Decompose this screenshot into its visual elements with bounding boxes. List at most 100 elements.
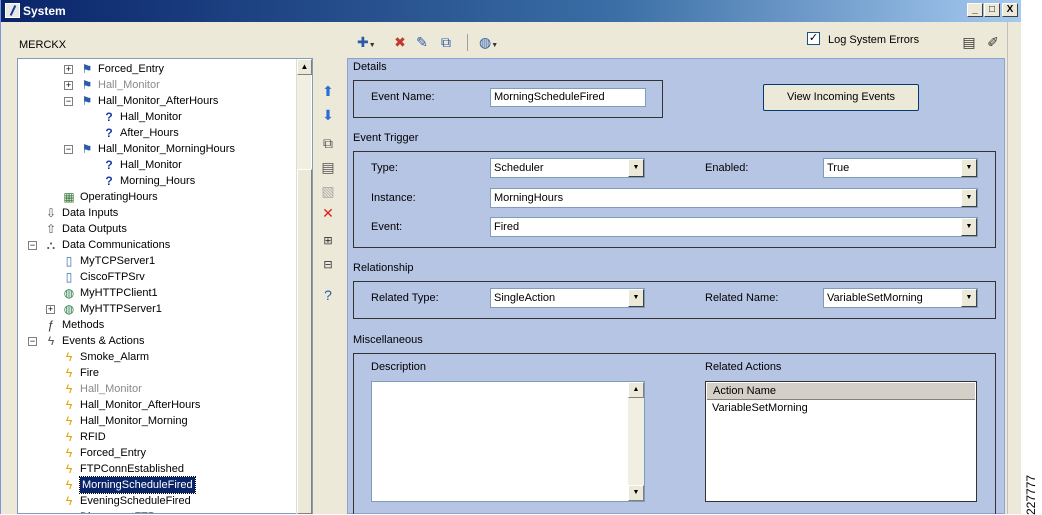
tree-item[interactable]: − ⛬ Data Communications xyxy=(18,237,297,253)
tree-item[interactable]: ϟ Hall_Monitor_Morning xyxy=(18,413,297,429)
event-name-input[interactable]: MorningScheduleFired xyxy=(490,88,646,107)
tree-scrollbar[interactable]: ▲ xyxy=(296,59,312,514)
tree-item[interactable]: ϟ Forced_Entry xyxy=(18,445,297,461)
tree-item-label: DisconnectFTP xyxy=(80,509,155,513)
move-up-icon[interactable]: ⬆ xyxy=(319,82,337,100)
expand-icon[interactable]: + xyxy=(64,81,73,90)
event-select[interactable]: Fired ▼ xyxy=(490,217,978,237)
tree-item-label: Forced_Entry xyxy=(98,63,165,75)
remove-icon[interactable]: ✕ xyxy=(319,204,337,222)
tree-item[interactable]: ϟ Smoke_Alarm xyxy=(18,349,297,365)
maximize-button[interactable]: □ xyxy=(984,3,1000,17)
chevron-down-icon[interactable]: ▼ xyxy=(961,189,977,207)
action-name-column-header[interactable]: Action Name xyxy=(707,383,975,400)
enabled-select[interactable]: True ▼ xyxy=(823,158,978,178)
tree-item[interactable]: ϟ Fire xyxy=(18,365,297,381)
copy-icon[interactable]: ⧉ xyxy=(437,33,455,51)
tree-item[interactable]: ? Hall_Monitor xyxy=(18,109,297,125)
scroll-up-arrow[interactable]: ▲ xyxy=(297,59,312,75)
delete-icon[interactable]: ✖ xyxy=(391,33,409,51)
related-actions-list[interactable]: Action Name VariableSetMorning xyxy=(705,381,977,502)
tree-item[interactable]: ◍ MyHTTPClient1 xyxy=(18,285,297,301)
tree-item[interactable]: ▦ OperatingHours xyxy=(18,189,297,205)
description-scrollbar[interactable]: ▲ ▼ xyxy=(628,382,644,501)
collapse-icon[interactable]: − xyxy=(28,241,37,250)
collapse-icon[interactable]: − xyxy=(64,97,73,106)
tree-item-label: MyHTTPServer1 xyxy=(80,303,162,315)
tree-item-label: Fire xyxy=(80,367,99,379)
move-down-icon[interactable]: ⬇ xyxy=(319,106,337,124)
bolt-icon: ϟ xyxy=(65,430,73,444)
tree-item-label: Hall_Monitor_Morning xyxy=(80,415,188,427)
collapse-icon[interactable]: − xyxy=(28,337,37,346)
tree-item[interactable]: ▯ MyTCPServer1 xyxy=(18,253,297,269)
chevron-down-icon[interactable]: ▼ xyxy=(961,218,977,236)
add-icon[interactable]: ✚▼ xyxy=(357,33,376,51)
title-bar[interactable]: System _ □ X xyxy=(1,0,1021,22)
tree-item[interactable]: ϟ FTPConnEstablished xyxy=(18,461,297,477)
tree-item[interactable]: − ϟ Events & Actions xyxy=(18,333,297,349)
tree-item[interactable]: ƒ Methods xyxy=(18,317,297,333)
tree-item[interactable]: ▦ DisconnectFTP xyxy=(18,509,297,513)
bolt-icon: ϟ xyxy=(65,478,73,492)
paste-icon[interactable]: ▤ xyxy=(319,158,337,176)
tree-item[interactable]: ⇧ Data Outputs xyxy=(18,221,297,237)
document-icon[interactable]: ▤ xyxy=(960,33,978,51)
flag-icon: ⚑ xyxy=(81,62,93,76)
scroll-up-arrow[interactable]: ▲ xyxy=(628,382,644,398)
related-name-value: VariableSetMorning xyxy=(827,292,923,304)
expand-all-icon[interactable]: ⊞ xyxy=(319,232,337,250)
minimize-button[interactable]: _ xyxy=(967,3,983,17)
tree-item[interactable]: + ◍ MyHTTPServer1 xyxy=(18,301,297,317)
events-icon: ϟ xyxy=(47,334,55,348)
cut-icon[interactable]: ⧉ xyxy=(319,134,337,152)
edit-icon[interactable]: ✎ xyxy=(413,33,431,51)
related-name-select[interactable]: VariableSetMorning ▼ xyxy=(823,288,978,308)
tree-item[interactable]: ▯ CiscoFTPSrv xyxy=(18,269,297,285)
tree-item[interactable]: ϟ Hall_Monitor_AfterHours xyxy=(18,397,297,413)
bolt-icon: ϟ xyxy=(65,494,73,508)
type-value: Scheduler xyxy=(494,162,544,174)
globe-icon[interactable]: ◍▼ xyxy=(479,33,498,51)
view-incoming-events-button[interactable]: View Incoming Events xyxy=(763,84,919,111)
chevron-down-icon[interactable]: ▼ xyxy=(628,159,644,177)
tree-item[interactable]: ? After_Hours xyxy=(18,125,297,141)
help-icon[interactable]: ? xyxy=(319,286,337,304)
window-scrollbar[interactable] xyxy=(1007,22,1021,514)
tree-item[interactable]: ? Morning_Hours xyxy=(18,173,297,189)
tree-item[interactable]: − ⚑ Hall_Monitor_AfterHours xyxy=(18,93,297,109)
chevron-down-icon[interactable]: ▼ xyxy=(961,159,977,177)
chevron-down-icon[interactable]: ▼ xyxy=(961,289,977,307)
related-actions-label: Related Actions xyxy=(705,361,782,373)
log-errors-checkbox[interactable]: ✓ xyxy=(807,32,820,45)
instance-select[interactable]: MorningHours ▼ xyxy=(490,188,978,208)
collapse-all-icon[interactable]: ⊟ xyxy=(319,256,337,274)
tree-item-label: Data Communications xyxy=(62,239,171,251)
close-button[interactable]: X xyxy=(1002,3,1018,17)
tree-item[interactable]: ϟ EveningScheduleFired xyxy=(18,493,297,509)
chevron-down-icon[interactable]: ▼ xyxy=(628,289,644,307)
type-select[interactable]: Scheduler ▼ xyxy=(490,158,645,178)
collapse-icon[interactable]: − xyxy=(64,145,73,154)
expand-icon[interactable]: + xyxy=(64,65,73,74)
scroll-thumb[interactable] xyxy=(297,169,312,514)
list-item[interactable]: VariableSetMorning xyxy=(712,401,808,415)
note-icon[interactable]: ✐ xyxy=(984,33,1002,51)
tree-item[interactable]: ? Hall_Monitor xyxy=(18,157,297,173)
toolbar-separator xyxy=(467,34,468,51)
tree-item[interactable]: + ⚑ Forced_Entry xyxy=(18,61,297,77)
scroll-down-arrow[interactable]: ▼ xyxy=(628,485,644,501)
tree-item[interactable]: ϟ MorningScheduleFired xyxy=(18,476,297,494)
related-type-value: SingleAction xyxy=(494,292,556,304)
question-icon: ? xyxy=(105,126,113,140)
tree-item[interactable]: ϟ Hall_Monitor xyxy=(18,381,297,397)
tree-item[interactable]: ⇩ Data Inputs xyxy=(18,205,297,221)
description-textarea[interactable]: ▲ ▼ xyxy=(371,381,645,502)
tree-item[interactable]: − ⚑ Hall_Monitor_MorningHours xyxy=(18,141,297,157)
tree-item[interactable]: + ⚑ Hall_Monitor xyxy=(18,77,297,93)
related-type-select[interactable]: SingleAction ▼ xyxy=(490,288,645,308)
tree-title: MERCKX xyxy=(19,39,67,51)
tree-item[interactable]: ϟ RFID xyxy=(18,429,297,445)
expand-icon[interactable]: + xyxy=(46,305,55,314)
related-type-label: Related Type: xyxy=(371,292,439,304)
